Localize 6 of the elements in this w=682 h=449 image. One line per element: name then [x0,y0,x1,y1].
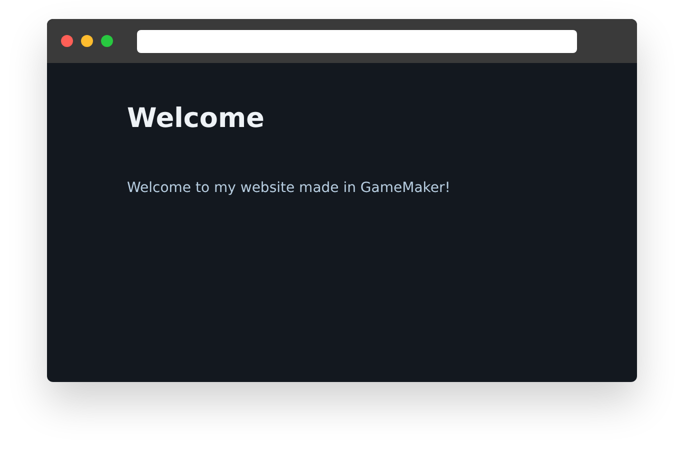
close-icon[interactable] [61,35,73,47]
maximize-icon[interactable] [101,35,113,47]
page-heading: Welcome [127,103,266,134]
minimize-icon[interactable] [81,35,93,47]
address-field[interactable] [137,30,577,52]
welcome-text: Welcome to my website made in GameMaker! [127,180,452,196]
